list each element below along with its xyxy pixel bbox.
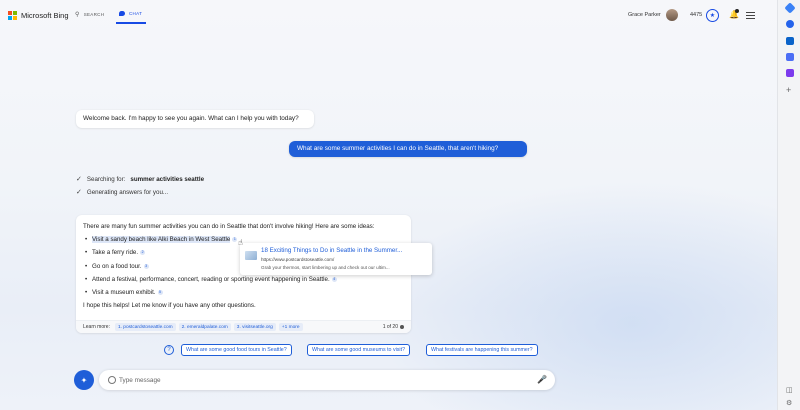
tools-icon[interactable] xyxy=(786,20,794,28)
new-topic-button[interactable]: ✦ xyxy=(74,370,94,390)
split-screen-icon[interactable]: ◫ xyxy=(786,386,793,394)
generating-label: Generating answers for you... xyxy=(86,188,169,196)
answer-item-text: Visit a museum exhibit. xyxy=(92,289,156,297)
rewards-points[interactable]: 4475 xyxy=(690,12,702,18)
microphone-icon[interactable]: 🎤 xyxy=(537,375,547,384)
help-question-icon[interactable]: ? xyxy=(164,345,174,355)
microsoft-logo-icon xyxy=(8,11,17,20)
source-link[interactable]: 3. visitseattle.org xyxy=(233,323,276,331)
settings-gear-icon[interactable]: ⚙ xyxy=(786,399,792,407)
bot-welcome-message: Welcome back. I'm happy to see you again… xyxy=(76,110,314,128)
popover-url: https://www.postcardstoseattle.com/ xyxy=(261,257,335,262)
source-thumbnail xyxy=(245,251,257,260)
tab-search-label: SEARCH xyxy=(83,12,105,17)
message-input[interactable] xyxy=(119,375,529,385)
tag-icon[interactable] xyxy=(784,2,796,14)
citation-popover[interactable]: 18 Exciting Things to Do in Seattle in t… xyxy=(240,243,432,275)
answer-intro: There are many fun summer activities you… xyxy=(83,223,375,230)
searching-label: Searching for: xyxy=(86,175,126,183)
generating-status: ✓ Generating answers for you... xyxy=(76,188,169,197)
search-icon: ⚲ xyxy=(75,12,80,18)
tab-search[interactable]: ⚲ SEARCH xyxy=(75,11,104,18)
broom-icon: ✦ xyxy=(80,375,88,385)
citation-badge[interactable]: 3 xyxy=(143,263,149,269)
answer-item-text: Go on a food tour. xyxy=(92,262,142,270)
source-link[interactable]: 2. emeraldpalate.com xyxy=(178,323,231,331)
brand-name: Microsoft Bing xyxy=(21,11,69,20)
citation-badge[interactable]: 1 xyxy=(232,237,238,242)
citation-badge[interactable]: 4 xyxy=(331,276,337,282)
list-item: Visit a museum exhibit.5 xyxy=(83,288,404,297)
answer-item-text: Take a ferry ride. xyxy=(92,249,139,257)
notification-badge xyxy=(735,9,739,13)
bing-logo[interactable]: Microsoft Bing xyxy=(8,11,69,20)
browser-edge-sidebar: + ◫ ⚙ xyxy=(777,0,800,410)
page-count-text: 1 of 20 xyxy=(382,324,398,330)
learn-more-bar: Learn more: 1. postcardstoseattle.com 2.… xyxy=(76,320,411,333)
office-icon[interactable] xyxy=(786,69,794,77)
message-input-container[interactable]: 🎤 xyxy=(99,370,555,390)
chat-bubble-icon xyxy=(108,376,116,384)
status-dot-icon xyxy=(400,325,404,329)
user-name: Grace Parker xyxy=(628,12,661,18)
response-page-count: 1 of 20 xyxy=(383,324,404,330)
checkmark-icon: ✓ xyxy=(76,176,82,183)
rewards-trophy-icon[interactable]: ★ xyxy=(706,9,719,22)
list-item: Attend a festival, performance, concert,… xyxy=(83,275,404,284)
searching-query: summer activities seattle xyxy=(130,175,205,183)
menu-hamburger-icon[interactable] xyxy=(746,12,755,21)
tab-chat[interactable]: CHAT xyxy=(119,11,142,16)
checkmark-icon: ✓ xyxy=(76,189,82,196)
popover-snippet: Grab your thermos, start limbering up an… xyxy=(261,265,390,270)
mouse-cursor-icon: ☝ xyxy=(238,238,243,247)
source-link[interactable]: 1. postcardstoseattle.com xyxy=(114,323,176,331)
citation-badge[interactable]: 2 xyxy=(140,250,146,256)
games-icon[interactable] xyxy=(786,53,794,61)
top-header: Microsoft Bing ⚲ SEARCH CHAT Grace Parke… xyxy=(0,0,775,33)
add-plus-icon[interactable]: + xyxy=(786,86,791,95)
outlook-icon[interactable] xyxy=(786,37,794,45)
answer-item-text: Attend a festival, performance, concert,… xyxy=(92,275,330,283)
tab-chat-label: CHAT xyxy=(129,11,143,16)
user-message: What are some summer activities I can do… xyxy=(289,141,527,157)
popover-title[interactable]: 18 Exciting Things to Do in Seattle in t… xyxy=(261,247,402,254)
active-tab-indicator xyxy=(116,22,146,24)
answer-item-text[interactable]: Visit a sandy beach like Alki Beach in W… xyxy=(92,236,231,243)
avatar xyxy=(665,9,678,21)
citation-badge[interactable]: 5 xyxy=(157,290,163,296)
answer-closing: I hope this helps! Let me know if you ha… xyxy=(83,302,256,310)
suggestion-chip[interactable]: What festivals are happening this summer… xyxy=(426,344,538,356)
learn-more-label: Learn more: xyxy=(83,324,110,330)
suggestion-chip[interactable]: What are some good food tours in Seattle… xyxy=(181,344,292,356)
suggestion-chip[interactable]: What are some good museums to visit? xyxy=(307,344,411,356)
chat-icon xyxy=(119,11,125,16)
user-profile[interactable]: Grace Parker xyxy=(628,9,678,21)
searching-status: ✓ Searching for: summer activities seatt… xyxy=(76,175,205,184)
more-sources-link[interactable]: +1 more xyxy=(278,323,303,331)
